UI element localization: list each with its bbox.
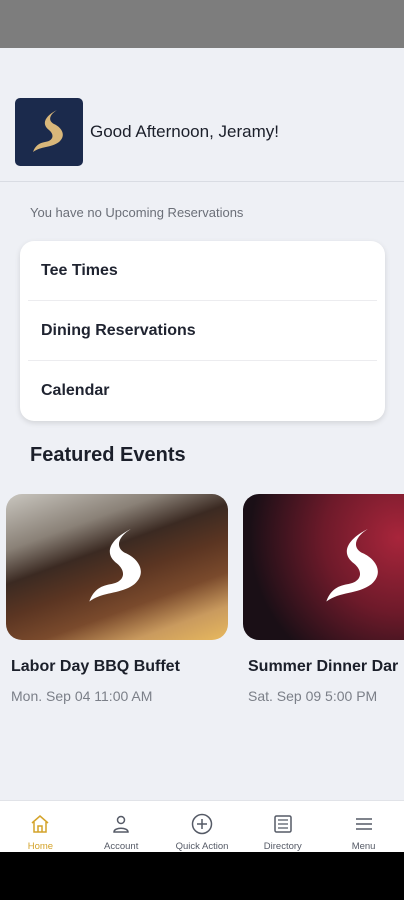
event-title: Summer Dinner Dar [248,658,399,675]
person-icon [110,813,132,835]
status-bar [0,0,404,48]
nav-account-label: Account [104,841,139,852]
no-reservations-text: You have no Upcoming Reservations [30,205,244,220]
nav-account[interactable]: Account [81,801,162,853]
dining-reservations-item[interactable]: Dining Reservations [20,301,385,361]
nav-directory-label: Directory [263,841,302,852]
bottom-nav: Home Account Quick Action Directory Menu [0,800,404,853]
menu-icon [353,813,375,835]
home-icon [29,813,51,835]
tee-times-item[interactable]: Tee Times [20,241,385,301]
nav-menu[interactable]: Menu [323,801,404,853]
calendar-label: Calendar [41,382,110,399]
tee-times-label: Tee Times [41,262,118,279]
event-image-jazz [243,494,404,640]
featured-events-title: Featured Events [30,444,186,466]
club-logo-icon [326,529,378,602]
club-logo [15,98,83,166]
nav-directory[interactable]: Directory [242,801,323,853]
nav-home-label: Home [27,841,54,852]
calendar-item[interactable]: Calendar [20,361,385,421]
club-logo-icon [33,110,63,152]
system-nav-bar [0,852,404,900]
list-icon [272,813,294,835]
event-date: Mon. Sep 04 11:00 AM [11,688,153,704]
nav-quick-action[interactable]: Quick Action [162,801,243,853]
event-card-bbq[interactable]: Labor Day BBQ Buffet Mon. Sep 04 11:00 A… [6,494,228,704]
greeting-text: Good Afternoon, Jeramy! [90,122,279,141]
dining-reservations-label: Dining Reservations [41,322,196,339]
nav-home[interactable]: Home [0,801,81,853]
event-image-bbq [6,494,228,640]
event-card-jazz[interactable]: Summer Dinner Dar Sat. Sep 09 5:00 PM [243,494,404,704]
plus-circle-icon [191,813,213,835]
nav-quick-action-label: Quick Action [175,841,229,852]
event-title: Labor Day BBQ Buffet [11,658,180,675]
club-logo-icon [89,529,141,602]
nav-menu-label: Menu [351,841,376,852]
header: Good Afternoon, Jeramy! [0,48,404,182]
event-date: Sat. Sep 09 5:00 PM [248,688,378,704]
reservation-card: Tee Times Dining Reservations Calendar [20,241,385,421]
